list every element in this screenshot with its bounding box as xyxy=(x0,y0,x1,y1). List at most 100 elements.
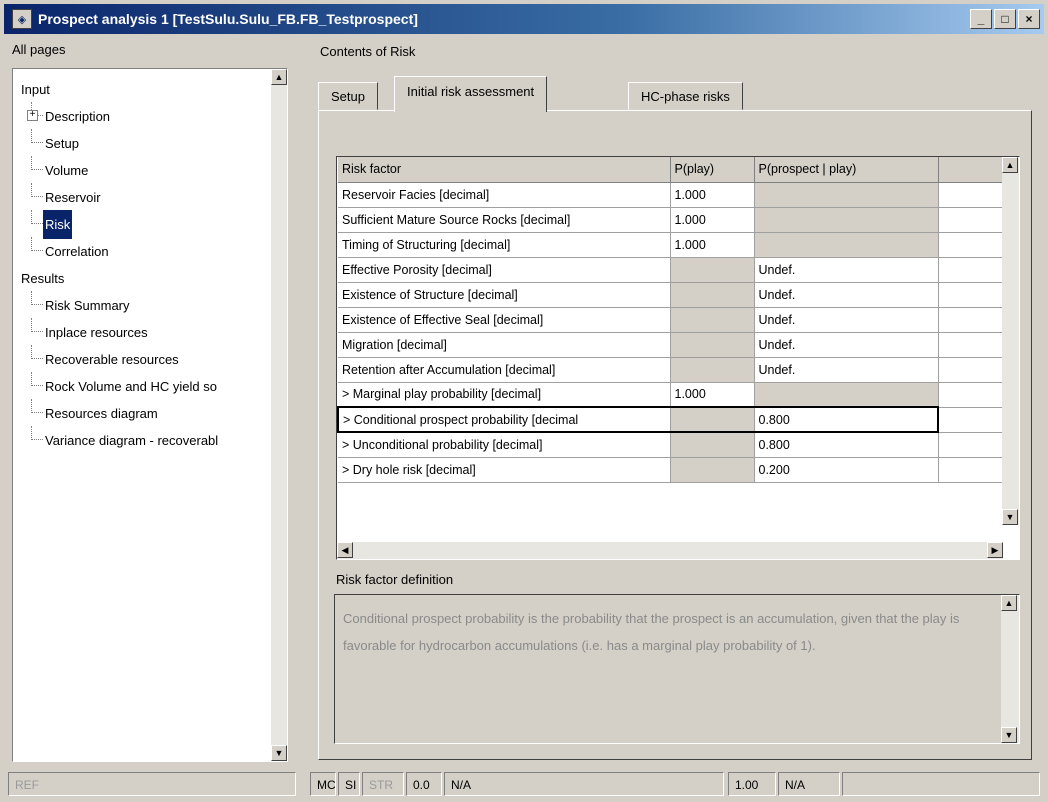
column-header-risk-factor[interactable]: Risk factor xyxy=(338,157,671,183)
table-row[interactable]: Sufficient Mature Source Rocks [decimal]… xyxy=(338,207,1007,233)
cell-p-play[interactable] xyxy=(670,457,755,483)
tree-item-label: Inplace resources xyxy=(45,325,148,340)
cell-empty xyxy=(938,307,1007,333)
status-si: SI xyxy=(338,772,360,796)
table-row[interactable]: > Marginal play probability [decimal] 1.0… xyxy=(338,382,1007,408)
column-header-p-play[interactable]: P(play) xyxy=(670,157,755,183)
cell-p-prospect[interactable]: 0.200 xyxy=(754,457,939,483)
cell-p-prospect[interactable]: 0.800 xyxy=(754,406,939,433)
tree-connector xyxy=(31,210,32,224)
scroll-right-icon[interactable]: ▶ xyxy=(987,542,1003,558)
status-value: 0.0 xyxy=(406,772,442,796)
table-row[interactable]: Existence of Effective Seal [decimal] Und… xyxy=(338,307,1007,333)
cell-p-prospect[interactable]: Undef. xyxy=(754,282,939,308)
cell-risk-factor: Existence of Effective Seal [decimal] xyxy=(338,307,671,333)
tree-item-label: Correlation xyxy=(45,244,109,259)
table-row[interactable]: Timing of Structuring [decimal] 1.000 xyxy=(338,232,1007,258)
tree-item-results[interactable]: Results xyxy=(13,264,275,291)
cell-p-play[interactable] xyxy=(670,257,755,283)
title-bar[interactable]: ◈ Prospect analysis 1 [TestSulu.Sulu_FB.… xyxy=(4,4,1044,34)
tree-connector xyxy=(31,385,43,386)
scroll-up-icon[interactable]: ▲ xyxy=(271,69,287,85)
cell-p-prospect[interactable]: Undef. xyxy=(754,307,939,333)
cell-p-play[interactable]: 1.000 xyxy=(670,207,755,233)
close-button[interactable]: × xyxy=(1018,9,1040,29)
table-row[interactable]: Retention after Accumulation [decimal] Un… xyxy=(338,357,1007,383)
tree-item-resources-diagram[interactable]: Resources diagram xyxy=(13,399,275,426)
cell-empty xyxy=(938,232,1007,258)
table-row[interactable]: Migration [decimal] Undef. xyxy=(338,332,1007,358)
cell-risk-factor: Migration [decimal] xyxy=(338,332,671,358)
cell-p-prospect[interactable] xyxy=(754,232,939,258)
cell-p-play[interactable]: 1.000 xyxy=(670,232,755,258)
tab-setup[interactable]: Setup xyxy=(318,82,378,110)
cell-p-play[interactable] xyxy=(670,432,755,458)
status-mc: MC xyxy=(310,772,336,796)
tab-hc-phase-risks[interactable]: HC-phase risks xyxy=(628,82,743,110)
cell-p-play[interactable]: 1.000 xyxy=(670,182,755,208)
table-row[interactable]: > Conditional prospect probability [deci… xyxy=(337,406,1007,433)
tree-item-inplace-resources[interactable]: Inplace resources xyxy=(13,318,275,345)
tree-item-input[interactable]: Input xyxy=(13,75,275,102)
grid-vertical-scrollbar[interactable]: ▲ ▼ xyxy=(1002,157,1019,525)
cell-empty xyxy=(938,332,1007,358)
tree-scrollbar[interactable]: ▲ ▼ xyxy=(271,69,287,761)
tree-item-recoverable-resources[interactable]: Recoverable resources xyxy=(13,345,275,372)
tree-item-label: Risk Summary xyxy=(45,298,130,313)
tree-item-rock-volume-and-hc-yield-so[interactable]: Rock Volume and HC yield so xyxy=(13,372,275,399)
cell-p-play[interactable] xyxy=(670,406,755,433)
tree-item-reservoir[interactable]: Reservoir xyxy=(13,183,275,210)
scroll-left-icon[interactable]: ◀ xyxy=(337,542,353,558)
risk-grid: Risk factor P(play) P(prospect | play) R… xyxy=(336,156,1020,560)
tree-item-risk[interactable]: Risk xyxy=(13,210,275,239)
scroll-down-icon[interactable]: ▼ xyxy=(1001,727,1017,743)
maximize-button[interactable]: □ xyxy=(994,9,1016,29)
tree-connector xyxy=(31,372,32,386)
application-window: ◈ Prospect analysis 1 [TestSulu.Sulu_FB.… xyxy=(0,0,1048,802)
tree-item-risk-summary[interactable]: Risk Summary xyxy=(13,291,275,318)
scroll-up-icon[interactable]: ▲ xyxy=(1001,595,1017,611)
cell-p-play[interactable] xyxy=(670,332,755,358)
cell-p-prospect[interactable] xyxy=(754,207,939,233)
cell-p-prospect[interactable]: Undef. xyxy=(754,357,939,383)
scroll-down-icon[interactable]: ▼ xyxy=(1002,509,1018,525)
scroll-up-icon[interactable]: ▲ xyxy=(1002,157,1018,173)
cell-p-prospect[interactable]: Undef. xyxy=(754,332,939,358)
tree-item-label: Description xyxy=(45,109,111,124)
tree-item-description[interactable]: + Description xyxy=(13,102,275,129)
expand-icon[interactable]: + xyxy=(27,110,38,121)
tree-connector xyxy=(31,129,32,143)
tree-item-correlation[interactable]: Correlation xyxy=(13,237,275,264)
cell-p-play[interactable] xyxy=(670,307,755,333)
definition-scrollbar[interactable]: ▲ ▼ xyxy=(1001,595,1019,743)
table-row[interactable]: > Dry hole risk [decimal] 0.200 xyxy=(338,457,1007,483)
cell-p-prospect[interactable] xyxy=(754,382,939,408)
cell-p-prospect[interactable]: 0.800 xyxy=(754,432,939,458)
tab-initial-risk-assessment[interactable]: Initial risk assessment xyxy=(394,76,548,112)
cell-p-play[interactable]: 1.000 xyxy=(670,382,755,408)
table-row[interactable]: > Unconditional probability [decimal] 0.8… xyxy=(338,432,1007,458)
cell-p-play[interactable] xyxy=(670,282,755,308)
definition-text: Conditional prospect probability is the … xyxy=(343,611,960,653)
tree-item-setup[interactable]: Setup xyxy=(13,129,275,156)
tree-item-label: Volume xyxy=(45,163,89,178)
tree-item-label: Reservoir xyxy=(45,190,101,205)
tree-item-variance-diagram-recoverabl[interactable]: Variance diagram - recoverabl xyxy=(13,426,275,453)
cell-p-prospect[interactable]: Undef. xyxy=(754,257,939,283)
table-row[interactable]: Existence of Structure [decimal] Undef. xyxy=(338,282,1007,308)
table-row[interactable]: Reservoir Facies [decimal] 1.000 xyxy=(338,182,1007,208)
cell-p-prospect[interactable] xyxy=(754,182,939,208)
cell-p-play[interactable] xyxy=(670,357,755,383)
tree-connector xyxy=(31,358,43,359)
scroll-down-icon[interactable]: ▼ xyxy=(271,745,287,761)
table-row[interactable]: Effective Porosity [decimal] Undef. xyxy=(338,257,1007,283)
cell-empty xyxy=(938,207,1007,233)
status-na-1: N/A xyxy=(444,772,724,796)
cell-empty xyxy=(938,407,1007,433)
grid-horizontal-scrollbar[interactable]: ◀ ▶ xyxy=(337,542,1003,559)
tree-item-volume[interactable]: Volume xyxy=(13,156,275,183)
cell-empty xyxy=(938,382,1007,408)
minimize-button[interactable]: _ xyxy=(970,9,992,29)
cell-risk-factor: Timing of Structuring [decimal] xyxy=(338,232,671,258)
column-header-p-prospect-play[interactable]: P(prospect | play) xyxy=(754,157,939,183)
